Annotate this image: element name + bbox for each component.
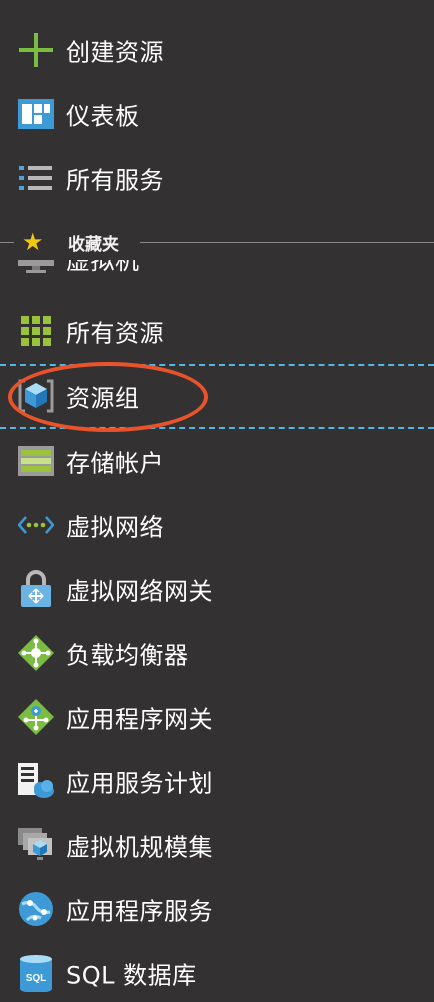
annotation-circle	[8, 362, 208, 432]
vnet-icon	[17, 506, 55, 544]
dashboard-icon	[17, 95, 55, 133]
menu-item-label: 虚拟机规模集	[66, 833, 213, 862]
menu-item-label: 虚拟机	[66, 260, 140, 275]
menu-item-label: 存储帐户	[66, 449, 164, 478]
menu-item-label: SQL 数据库	[66, 961, 197, 990]
globe-icon	[17, 890, 55, 928]
menu-item-all-services[interactable]: 所有服务	[0, 149, 434, 207]
monitor-icon	[18, 260, 54, 274]
menu-item-label: 应用程序服务	[66, 897, 213, 926]
menu-item-load-balancers[interactable]: 负载均衡器	[0, 624, 434, 682]
menu-item-label: 负载均衡器	[66, 641, 189, 670]
sql-badge-text: SQL	[26, 973, 47, 984]
menu-item-label: 应用服务计划	[66, 769, 213, 798]
menu-item-app-service-plans[interactable]: 应用服务计划	[0, 752, 434, 810]
menu-item-vnet-gateways[interactable]: 虚拟网络网关	[0, 560, 434, 618]
menu-item-label: 应用程序网关	[66, 705, 213, 734]
favorites-header: ★ 收藏夹	[0, 220, 434, 264]
app-gateway-icon	[17, 698, 55, 736]
menu-item-create-resource[interactable]: 创建资源	[0, 21, 434, 79]
load-balancer-icon	[17, 634, 55, 672]
storage-icon	[17, 442, 55, 480]
menu-item-label: 仪表板	[66, 102, 140, 131]
favorites-label: 收藏夹	[68, 235, 119, 255]
menu-item-vm-scale-sets[interactable]: 虚拟机规模集	[0, 816, 434, 874]
menu-item-dashboard[interactable]: 仪表板	[0, 85, 434, 143]
menu-item-label: 所有资源	[66, 319, 164, 348]
menu-item-app-services[interactable]: 应用程序服务	[0, 880, 434, 938]
star-icon: ★	[22, 228, 44, 256]
vmss-icon	[17, 826, 55, 864]
plus-icon	[17, 31, 55, 69]
menu-item-virtual-machines[interactable]: 虚拟机	[0, 260, 434, 286]
menu-item-virtual-networks[interactable]: 虚拟网络	[0, 496, 434, 554]
menu-item-label: 所有服务	[66, 166, 164, 195]
database-icon: SQL	[17, 954, 55, 992]
menu-item-label: 虚拟网络	[66, 513, 164, 542]
menu-item-application-gateways[interactable]: 应用程序网关	[0, 688, 434, 746]
divider	[0, 242, 14, 243]
grid-icon	[17, 312, 55, 350]
divider	[140, 242, 434, 243]
menu-item-all-resources[interactable]: 所有资源	[0, 302, 434, 360]
menu-item-label: 创建资源	[66, 38, 164, 67]
menu-item-storage-accounts[interactable]: 存储帐户	[0, 432, 434, 490]
lock-icon	[17, 570, 55, 608]
server-cloud-icon	[17, 762, 55, 800]
list-icon	[17, 159, 55, 197]
menu-item-sql-databases[interactable]: SQL SQL 数据库	[0, 944, 434, 1002]
menu-item-label: 虚拟网络网关	[66, 577, 213, 606]
